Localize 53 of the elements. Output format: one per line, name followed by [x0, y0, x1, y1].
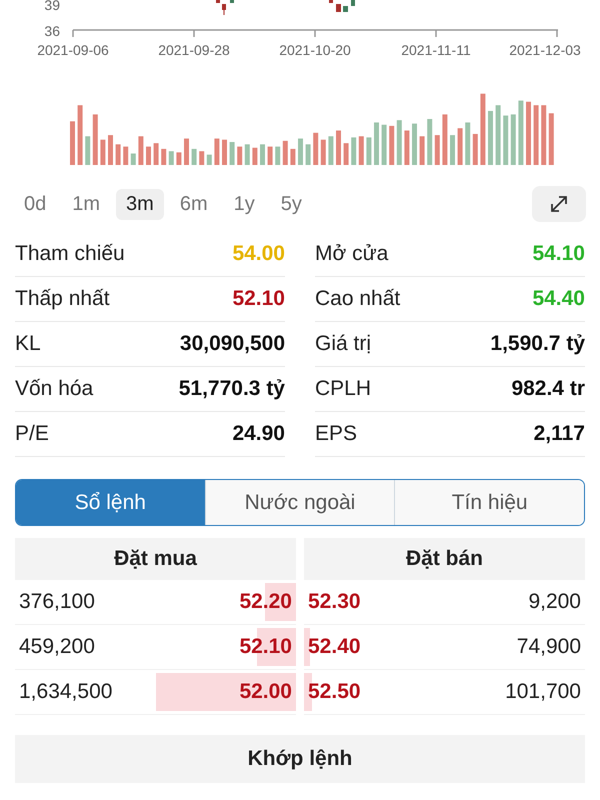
- ask-volume: 9,200: [528, 590, 581, 614]
- stat-value: 54.40: [532, 287, 585, 311]
- expand-icon: [548, 193, 570, 215]
- bid-volume: 1,634,500: [19, 680, 112, 704]
- ask-volume: 74,900: [516, 635, 581, 659]
- matched-orders-header: Khớp lệnh: [15, 735, 585, 783]
- stat-value: 24.90: [232, 422, 285, 446]
- bid-volume: 459,200: [19, 635, 95, 659]
- x-axis-label: 2021-10-20: [279, 42, 351, 58]
- range-tab[interactable]: 1y: [224, 188, 265, 220]
- segment-tab[interactable]: Sổ lệnh: [16, 480, 205, 525]
- ask-volume: 101,700: [505, 680, 581, 704]
- stat-value: 982.4 tr: [511, 377, 585, 401]
- stat-label: Thấp nhất: [15, 287, 110, 311]
- x-axis-label: 2021-09-28: [158, 42, 230, 58]
- stat-label: Vốn hóa: [15, 377, 94, 401]
- bid-price: 52.20: [239, 590, 292, 614]
- stat-value: 30,090,500: [180, 332, 285, 356]
- stat-label: KL: [15, 332, 41, 356]
- range-tab[interactable]: 6m: [170, 188, 218, 220]
- stat-label: CPLH: [315, 377, 372, 401]
- bid-volume: 376,100: [19, 590, 95, 614]
- ask-price: 52.50: [308, 680, 361, 704]
- range-tab[interactable]: 3m: [116, 188, 164, 220]
- ask-header: Đặt bán: [304, 538, 585, 580]
- y-axis-label: 39: [44, 0, 60, 13]
- stat-label: Cao nhất: [315, 287, 400, 311]
- x-axis-label: 2021-09-06: [37, 42, 109, 58]
- bid-header: Đặt mua: [15, 538, 296, 580]
- stat-label: Giá trị: [315, 332, 372, 356]
- bid-price: 52.00: [239, 680, 292, 704]
- stat-label: Tham chiếu: [15, 242, 125, 266]
- stat-label: EPS: [315, 422, 358, 446]
- x-axis-label: 2021-12-03: [509, 42, 581, 58]
- stat-label: Mở cửa: [315, 242, 388, 266]
- bid-price: 52.10: [239, 635, 292, 659]
- range-tab[interactable]: 1m: [62, 188, 110, 220]
- stat-label: P/E: [15, 422, 49, 446]
- range-tab[interactable]: 0d: [14, 188, 56, 220]
- stat-value: 52.10: [232, 287, 285, 311]
- segment-tab[interactable]: Nước ngoài: [204, 480, 394, 525]
- ask-price: 52.40: [308, 635, 361, 659]
- stat-value: 2,117: [534, 422, 585, 446]
- y-axis-label: 36: [44, 23, 60, 39]
- x-axis-label: 2021-11-11: [401, 42, 471, 58]
- ask-price: 52.30: [308, 590, 361, 614]
- stat-value: 54.10: [532, 242, 585, 266]
- stat-value: 1,590.7 tỷ: [490, 332, 585, 356]
- stat-value: 54.00: [232, 242, 285, 266]
- segment-tab[interactable]: Tín hiệu: [394, 480, 584, 525]
- expand-button[interactable]: [532, 186, 586, 222]
- range-tab[interactable]: 5y: [270, 188, 312, 220]
- stat-value: 51,770.3 tỷ: [178, 377, 285, 401]
